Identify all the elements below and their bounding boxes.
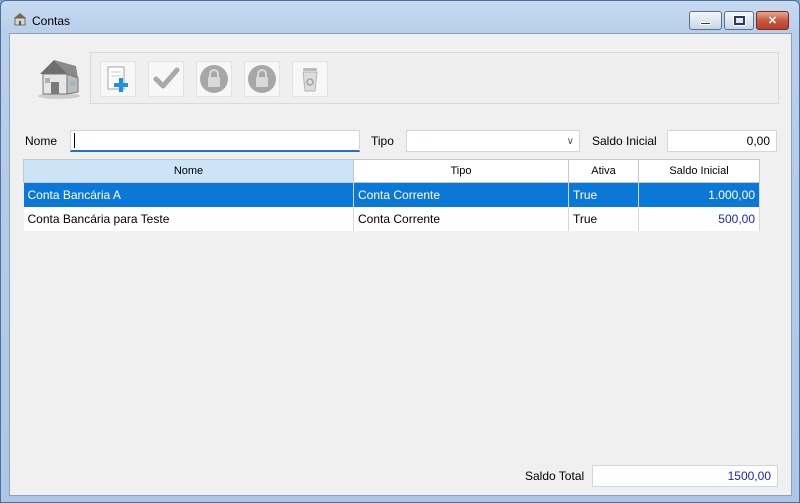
app-icon [14, 13, 26, 26]
lock-icon [200, 65, 228, 93]
column-header-ativa[interactable]: Ativa [568, 159, 639, 183]
cell-saldo: 1.000,00 [638, 182, 760, 207]
trash-icon [302, 68, 318, 92]
contas-table: Nome Tipo Ativa Saldo Inicial Conta Banc… [23, 159, 760, 233]
tipo-label: Tipo [371, 134, 394, 148]
cell-ativa: True [568, 206, 639, 231]
window-title: Contas [32, 14, 71, 28]
nome-label: Nome [25, 134, 58, 148]
lock-button[interactable] [196, 61, 232, 97]
column-header-tipo[interactable]: Tipo [353, 159, 569, 183]
cell-nome: Conta Bancária para Teste [23, 206, 354, 231]
column-header-saldo-inicial[interactable]: Saldo Inicial [638, 159, 760, 183]
new-button[interactable] [100, 61, 136, 97]
lock-icon [248, 65, 276, 93]
cell-nome: Conta Bancária A [23, 182, 354, 207]
cell-saldo: 500,00 [638, 206, 760, 231]
title-bar[interactable]: Contas ✕ [1, 1, 799, 33]
delete-button[interactable] [292, 61, 328, 97]
cell-tipo: Conta Corrente [353, 206, 569, 231]
close-button[interactable]: ✕ [756, 11, 789, 30]
check-icon [153, 67, 180, 89]
unlock-button[interactable] [244, 61, 280, 97]
window-client-area: Nome Tipo ∨ Saldo Inicial Nome Tipo Ativ… [9, 33, 792, 496]
saldo-total-label: Saldo Total [525, 469, 585, 483]
maximize-button[interactable] [724, 11, 754, 30]
cell-ativa: True [568, 182, 639, 207]
nome-input[interactable] [70, 130, 360, 152]
contas-window: Contas ✕ Nome Tipo ∨ Saldo Inicial 0,00 … [0, 0, 800, 503]
tipo-select[interactable]: ∨ [406, 130, 580, 152]
close-icon: ✕ [767, 15, 778, 27]
saldo-inicial-label: Saldo Inicial [592, 134, 657, 148]
text-caret [74, 133, 75, 148]
table-row[interactable]: Conta Bancária para Teste Conta Corrente… [23, 206, 760, 231]
table-header-row: Nome Tipo Ativa Saldo Inicial [23, 159, 760, 183]
maximize-icon [732, 15, 746, 26]
confirm-button[interactable] [148, 61, 184, 97]
saldo-total-field[interactable] [592, 465, 778, 487]
cell-tipo: Conta Corrente [353, 182, 569, 207]
toolbar [90, 52, 779, 104]
minimize-icon [700, 21, 711, 25]
minimize-button[interactable] [689, 11, 722, 30]
chevron-down-icon: ∨ [566, 136, 574, 147]
house-icon [38, 60, 80, 99]
saldo-inicial-input[interactable] [667, 130, 777, 152]
column-header-nome[interactable]: Nome [23, 159, 354, 183]
table-row[interactable]: Conta Bancária A Conta Corrente True 1.0… [23, 182, 760, 207]
new-icon [107, 66, 128, 92]
